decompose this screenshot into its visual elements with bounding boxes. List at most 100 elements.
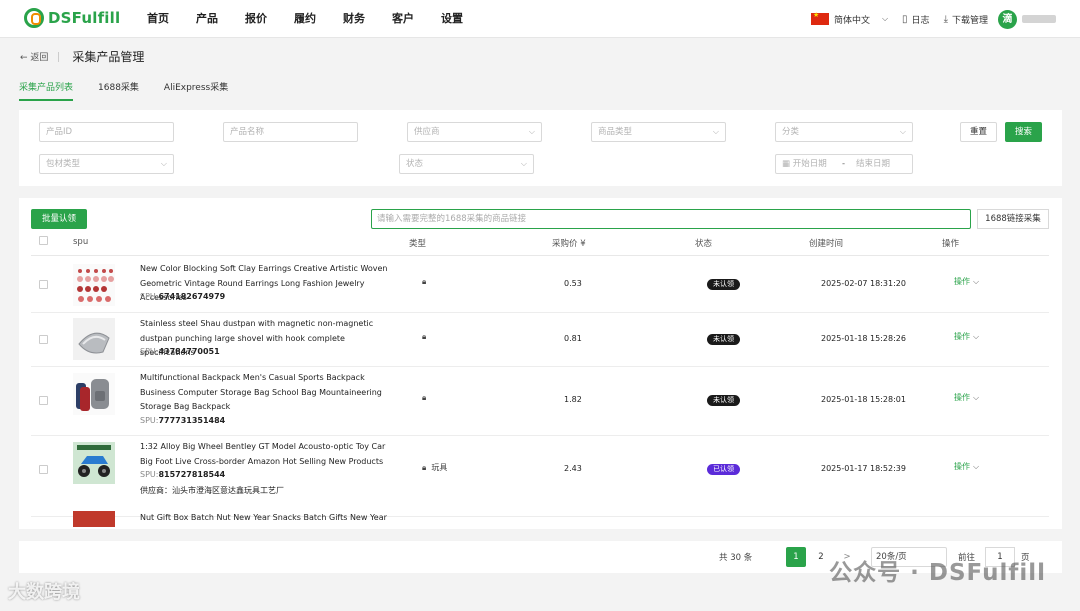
breadcrumb: ← 返回 采集产品管理 [20, 48, 144, 65]
spu-value: 777731351484 [158, 416, 226, 425]
header-type: 类型 [409, 239, 427, 249]
brand-watermark: 大数跨境 [8, 582, 80, 603]
lock-icon: 🔒︎ [422, 277, 427, 286]
wechat-watermark: 公众号 · DSFulfill [829, 560, 1046, 586]
table-row: 1:32 Alloy Big Wheel Bentley GT Model Ac… [31, 436, 1049, 517]
row-checkbox[interactable] [39, 396, 48, 405]
spu-value: 815727818544 [158, 470, 226, 479]
product-type: 🔒︎ 玩具 [422, 462, 447, 473]
log-link[interactable]: ▯ 日志 [902, 13, 930, 26]
status-placeholder: 状态 [406, 159, 424, 169]
lock-icon: 🔒︎ [422, 393, 427, 402]
page-2-button[interactable]: 2 [811, 547, 831, 567]
chevron-down-icon: ⌵ [899, 127, 906, 136]
topbar-actions: 简体中文 ⌵ ▯ 日志 ⤓ 下载管理 滴 [797, 0, 1056, 38]
username-blurred[interactable] [1022, 15, 1056, 23]
action-label: 操作 [954, 393, 970, 402]
product-title: 1:32 Alloy Big Wheel Bentley GT Model Ac… [140, 442, 386, 466]
row-checkbox[interactable] [39, 465, 48, 474]
product-spu: SPU:777731351484 [140, 416, 225, 425]
link-collect-button[interactable]: 1688链接采集 [977, 209, 1049, 229]
product-image-gift-box[interactable] [73, 511, 115, 527]
start-date-placeholder: 开始日期 [792, 159, 827, 169]
main-nav: 首页 产品 报价 履约 财务 客户 设置 [147, 0, 490, 38]
action-label: 操作 [954, 332, 970, 341]
brand-name: DSFulfill [48, 9, 121, 27]
nav-customer[interactable]: 客户 [392, 0, 414, 38]
spu-label: SPU: [140, 470, 159, 479]
page-1-button[interactable]: 1 [786, 547, 806, 567]
status-select[interactable]: 状态 ⌵ [399, 154, 534, 174]
classify-placeholder: 分类 [782, 127, 800, 137]
price-value: 2.43 [564, 464, 582, 473]
date-range-picker[interactable]: ▦ 开始日期 - 结束日期 [775, 154, 913, 174]
language-selector[interactable]: 简体中文 ⌵ [810, 11, 889, 26]
classify-select[interactable]: 分类 ⌵ [775, 122, 913, 142]
price-value: 1.82 [564, 395, 582, 404]
spu-value: 43784770051 [158, 347, 220, 356]
table-row: New Color Blocking Soft Clay Earrings Cr… [31, 258, 1049, 313]
china-flag-icon [810, 11, 829, 25]
product-name-input[interactable]: 产品名称 [223, 122, 358, 142]
packaging-select[interactable]: 包材类型 ⌵ [39, 154, 174, 174]
document-icon: ▯ [902, 13, 908, 25]
action-dropdown[interactable]: 操作 ⌵ [954, 331, 979, 342]
back-link[interactable]: ← 返回 [20, 50, 48, 63]
table-panel: 批量认领 请输入需要完整的1688采集的商品链接 1688链接采集 spu 类型… [19, 198, 1062, 529]
tab-1688[interactable]: 1688采集 [98, 80, 139, 101]
chevron-down-icon: ⌵ [973, 393, 980, 402]
batch-claim-button[interactable]: 批量认领 [31, 209, 87, 229]
status-badge: 未认领 [707, 279, 740, 290]
header-created: 创建时间 [809, 239, 844, 249]
created-time: 2025-02-07 18:31:20 [821, 279, 906, 288]
end-date-placeholder: 结束日期 [856, 159, 891, 169]
nav-quote[interactable]: 报价 [245, 0, 267, 38]
created-time: 2025-01-18 15:28:01 [821, 395, 906, 404]
table-row: Multifunctional Backpack Men's Casual Sp… [31, 367, 1049, 436]
created-time: 2025-01-17 18:52:39 [821, 464, 906, 473]
row-checkbox[interactable] [39, 335, 48, 344]
link-collect-input[interactable]: 请输入需要完整的1688采集的商品链接 [371, 209, 971, 229]
nav-settings[interactable]: 设置 [441, 0, 463, 38]
nav-home[interactable]: 首页 [147, 0, 169, 38]
reset-button[interactable]: 重置 [960, 122, 997, 142]
brand-logo[interactable]: DSFulfill [24, 8, 120, 28]
category-select[interactable]: 商品类型 ⌵ [591, 122, 726, 142]
nav-product[interactable]: 产品 [196, 0, 218, 38]
select-all-checkbox[interactable] [39, 236, 48, 245]
action-dropdown[interactable]: 操作 ⌵ [954, 276, 979, 287]
breadcrumb-divider [58, 51, 60, 62]
type-label: 玩具 [431, 463, 448, 472]
product-image-earrings[interactable] [73, 264, 115, 306]
tab-aliexpress[interactable]: AliExpress采集 [164, 80, 228, 101]
chevron-down-icon: ⌵ [881, 14, 889, 23]
log-label: 日志 [911, 15, 930, 26]
avatar[interactable]: 滴 [998, 9, 1017, 29]
product-spu: SPU:43784770051 [140, 347, 220, 356]
chevron-down-icon: ⌵ [973, 332, 980, 341]
download-icon: ⤓ [943, 13, 948, 25]
product-image-backpack[interactable] [73, 373, 115, 415]
spu-label: SPU: [140, 347, 159, 356]
header-action: 操作 [942, 239, 960, 249]
product-image-toy-car[interactable] [73, 442, 115, 484]
action-label: 操作 [954, 277, 970, 286]
row-checkbox[interactable] [39, 280, 48, 289]
calendar-icon: ▦ [782, 159, 793, 169]
product-id-input[interactable]: 产品ID [39, 122, 174, 142]
action-dropdown[interactable]: 操作 ⌵ [954, 461, 979, 472]
tab-collected-list[interactable]: 采集产品列表 [19, 80, 74, 101]
nav-fulfillment[interactable]: 履约 [294, 0, 316, 38]
lock-icon: 🔒︎ [422, 332, 427, 341]
download-manager-link[interactable]: ⤓ 下载管理 [944, 13, 988, 26]
action-dropdown[interactable]: 操作 ⌵ [954, 392, 979, 403]
supplier-select[interactable]: 供应商 ⌵ [407, 122, 542, 142]
product-title: Multifunctional Backpack Men's Casual Sp… [140, 373, 382, 411]
search-button[interactable]: 搜索 [1005, 122, 1042, 142]
lock-icon: 🔒︎ [422, 463, 427, 472]
product-image-dustpan[interactable] [73, 318, 115, 360]
back-label: 返回 [30, 53, 49, 63]
supplier-name: 供应商：汕头市澄海区意达鑫玩具工艺厂 [140, 486, 284, 495]
nav-finance[interactable]: 财务 [343, 0, 365, 38]
download-label: 下载管理 [951, 15, 988, 26]
